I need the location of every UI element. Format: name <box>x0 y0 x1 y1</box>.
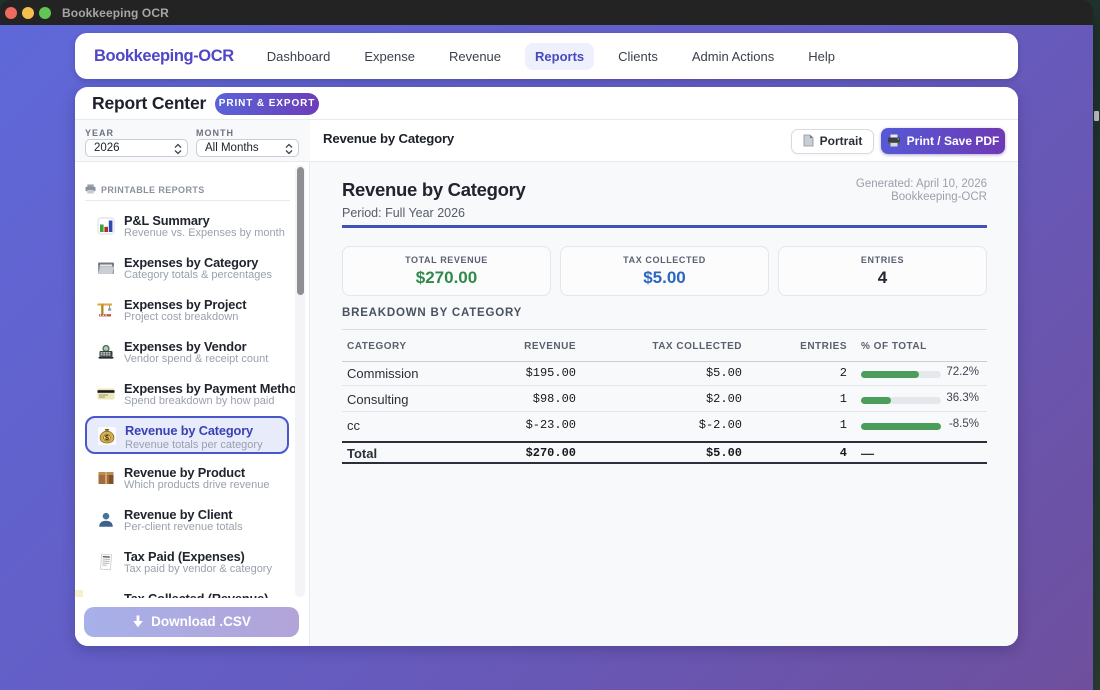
svg-text:$: $ <box>105 435 109 442</box>
